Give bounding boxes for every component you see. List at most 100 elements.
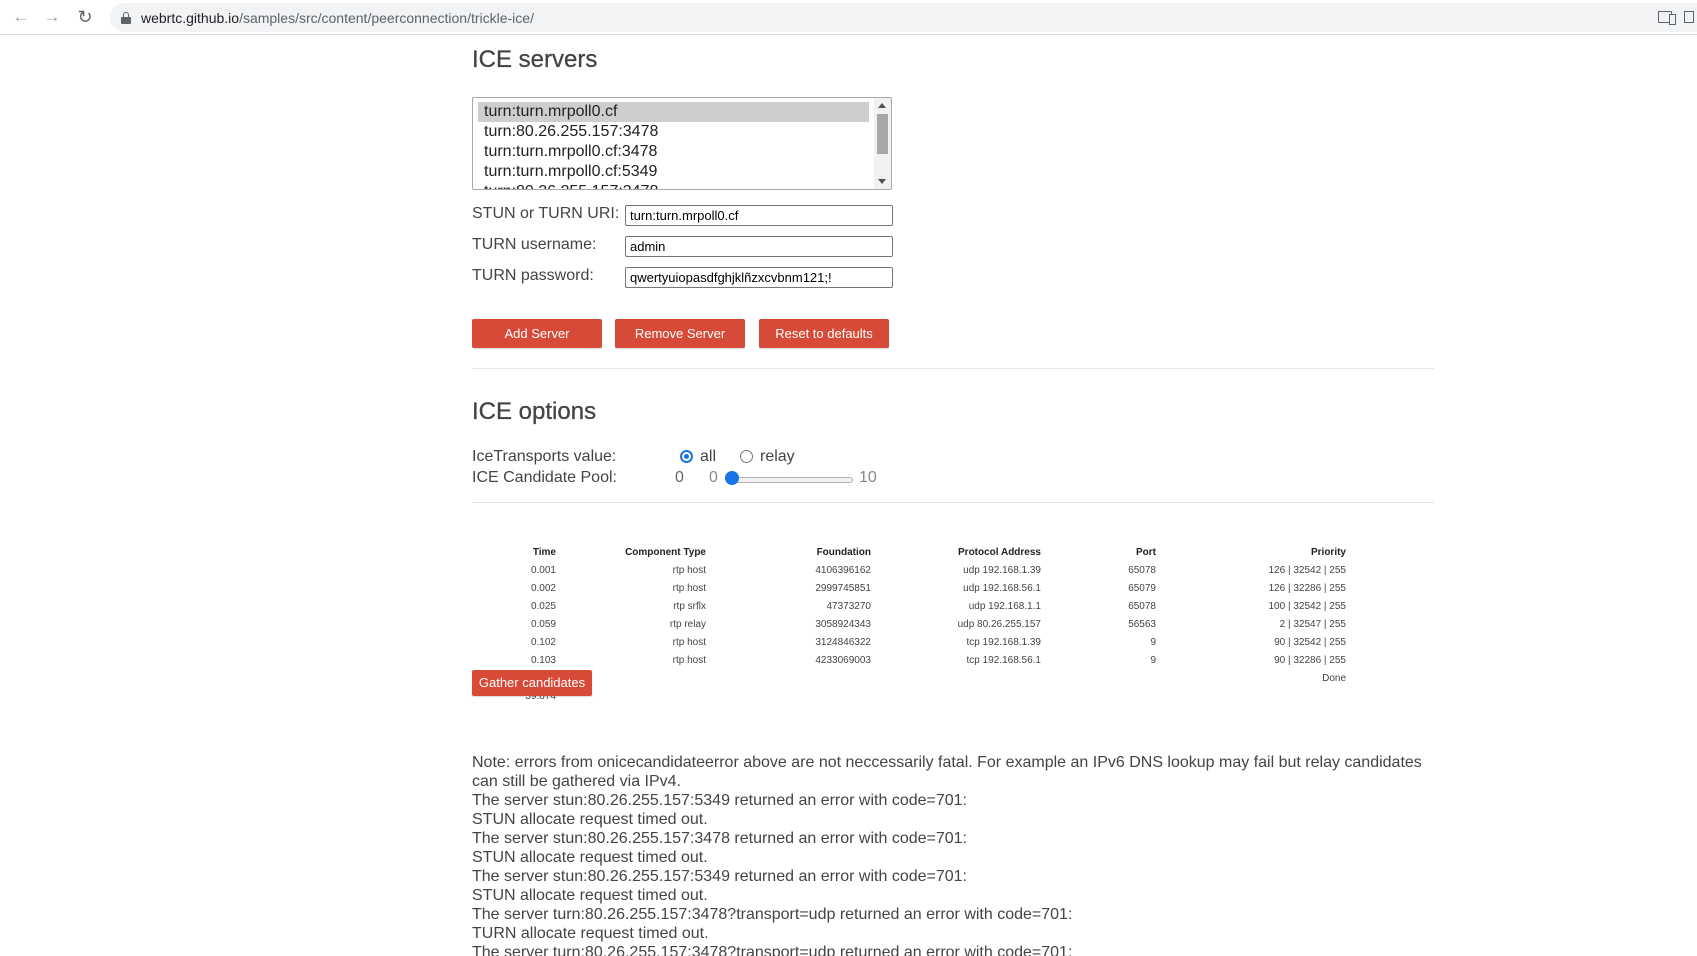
cell-foundation: 3124846322 (815, 636, 871, 648)
cell-port (1041, 687, 1156, 705)
col-time: Time (532, 546, 556, 558)
cell-priority: 2 | 32547 | 255 (1279, 618, 1346, 630)
cell-foundation (706, 687, 871, 705)
turn-password-input[interactable] (625, 267, 893, 288)
cell-port (1041, 669, 1156, 687)
cell-address (871, 669, 1041, 687)
reset-defaults-button[interactable]: Reset to defaults (759, 319, 889, 348)
col-foundation: Foundation (816, 546, 871, 558)
cell-time: 0.025 (530, 600, 556, 612)
cell-time: 0.001 (530, 564, 556, 576)
cell-port: 65079 (1128, 582, 1156, 594)
scroll-down-icon[interactable] (878, 179, 886, 184)
cell-time: 0.059 (530, 618, 556, 630)
transport-relay-radio[interactable] (740, 450, 753, 463)
error-line: The server stun:80.26.255.157:3478 retur… (472, 830, 967, 847)
table-header-row: Time Component Type Foundation Protocol … (486, 543, 1346, 561)
gather-candidates-button[interactable]: Gather candidates (472, 670, 592, 696)
divider (472, 502, 1434, 503)
error-line: The server turn:80.26.255.157:3478?trans… (472, 944, 1073, 956)
slider-thumb[interactable] (725, 471, 739, 485)
browser-toolbar: ← → ↻ webrtc.github.io/samples/src/conte… (0, 0, 1697, 35)
stun-uri-label: STUN or TURN URI: (472, 205, 620, 222)
cell-time: 0.102 (530, 636, 556, 648)
add-server-button[interactable]: Add Server (472, 319, 602, 348)
cell-foundation: 4233069003 (815, 654, 871, 666)
back-arrow-icon[interactable]: ← (10, 6, 32, 28)
col-priority: Priority (1310, 546, 1346, 558)
stun-uri-input[interactable] (625, 205, 893, 226)
url-path: /samples/src/content/peerconnection/tric… (239, 10, 534, 26)
cell-priority: 90 | 32542 | 255 (1274, 636, 1346, 648)
ice-servers-heading: ICE servers (472, 46, 598, 73)
reload-icon[interactable]: ↻ (74, 6, 96, 28)
extension-icon[interactable] (1684, 11, 1694, 23)
cell-address: udp 192.168.1.39 (963, 564, 1041, 576)
remove-server-button[interactable]: Remove Server (615, 319, 745, 348)
transport-relay-label[interactable]: relay (760, 448, 795, 466)
col-port: Port (1136, 546, 1156, 558)
table-row: 0.002 rtp host 2999745851 udp 192.168.56.1 6… (486, 579, 1346, 597)
ice-transports-label: IceTransports value: (472, 448, 617, 465)
cell-priority (1156, 687, 1346, 705)
cell-priority: 126 | 32286 | 255 (1268, 582, 1347, 594)
server-list[interactable]: turn:turn.mrpoll0.cf turn:80.26.255.157:3… (472, 97, 892, 190)
server-list-item[interactable]: turn:turn.mrpoll0.cf:3478 (478, 142, 869, 162)
cell-foundation: 2999745851 (815, 582, 871, 594)
slider-max-label: 10 (859, 469, 877, 486)
server-list-scrollbar[interactable] (874, 98, 891, 189)
cell-address (871, 687, 1041, 705)
ice-options-heading: ICE options (472, 398, 597, 425)
transport-all-radio[interactable] (680, 450, 693, 463)
cell-priority: 126 | 32542 | 255 (1268, 564, 1347, 576)
table-row: 0.059 rtp relay 3058924343 udp 80.26.255.15… (486, 615, 1346, 633)
scroll-up-icon[interactable] (878, 103, 886, 108)
server-list-item[interactable]: turn:turn.mrpoll0.cf (478, 102, 869, 122)
url-text[interactable]: webrtc.github.io/samples/src/content/pee… (141, 10, 534, 26)
server-list-item[interactable]: turn:turn.mrpoll0.cf:5349 (478, 162, 869, 182)
cell-address: tcp 192.168.1.39 (966, 636, 1041, 648)
cell-type: rtp host (672, 654, 706, 666)
error-line: STUN allocate request timed out. (472, 811, 708, 828)
cell-type: rtp host (672, 564, 706, 576)
cell-address: udp 80.26.255.157 (957, 618, 1041, 630)
cell-port: 9 (1150, 654, 1156, 666)
cast-icon[interactable] (1658, 11, 1676, 25)
server-list-item[interactable]: turn:80.26.255.157:3478 (478, 122, 869, 142)
error-line: The server stun:80.26.255.157:5349 retur… (472, 868, 967, 885)
address-bar[interactable]: webrtc.github.io/samples/src/content/pee… (110, 3, 1697, 32)
turn-username-input[interactable] (625, 236, 893, 257)
table-row: 0.001 rtp host 4106396162 udp 192.168.1.39 6… (486, 561, 1346, 579)
candidates-table: Time Component Type Foundation Protocol … (486, 543, 1346, 705)
note-text: Note: errors from onicecandidateerror ab… (472, 754, 1422, 790)
col-protocol-address: Protocol Address (958, 546, 1041, 558)
server-list-item[interactable]: turn:80.26.255.157:3478 (478, 182, 869, 189)
divider (472, 368, 1434, 369)
cell-type: rtp host (672, 636, 706, 648)
forward-arrow-icon[interactable]: → (41, 6, 63, 28)
scrollbar-thumb[interactable] (877, 114, 888, 154)
cell-address: udp 192.168.1.1 (968, 600, 1041, 612)
error-line: STUN allocate request timed out. (472, 887, 708, 904)
cell-foundation: 3058924343 (815, 618, 871, 630)
transport-all-label[interactable]: all (700, 448, 716, 466)
cell-type: rtp relay (669, 618, 706, 630)
table-row: 39.873Done (486, 669, 1346, 687)
slider-min-label: 0 (709, 469, 718, 486)
candidate-pool-slider[interactable] (729, 477, 853, 483)
cell-port: 56563 (1128, 618, 1156, 630)
error-line: STUN allocate request timed out. (472, 849, 708, 866)
col-component-type: Component Type (625, 546, 706, 558)
cell-time: 0.002 (530, 582, 556, 594)
error-log: Note: errors from onicecandidateerror ab… (472, 753, 1434, 956)
cell-type: rtp srflx (673, 600, 706, 612)
lock-icon[interactable] (121, 12, 131, 24)
cell-priority: 100 | 32542 | 255 (1268, 600, 1347, 612)
cell-priority: 90 | 32286 | 255 (1274, 654, 1346, 666)
candidate-pool-value: 0 (675, 469, 684, 486)
table-row: 39.874 (486, 687, 1346, 705)
candidate-pool-label: ICE Candidate Pool: (472, 469, 617, 486)
turn-password-label: TURN password: (472, 267, 594, 284)
cell-address: tcp 192.168.56.1 (966, 654, 1041, 666)
error-line: The server turn:80.26.255.157:3478?trans… (472, 906, 1073, 923)
